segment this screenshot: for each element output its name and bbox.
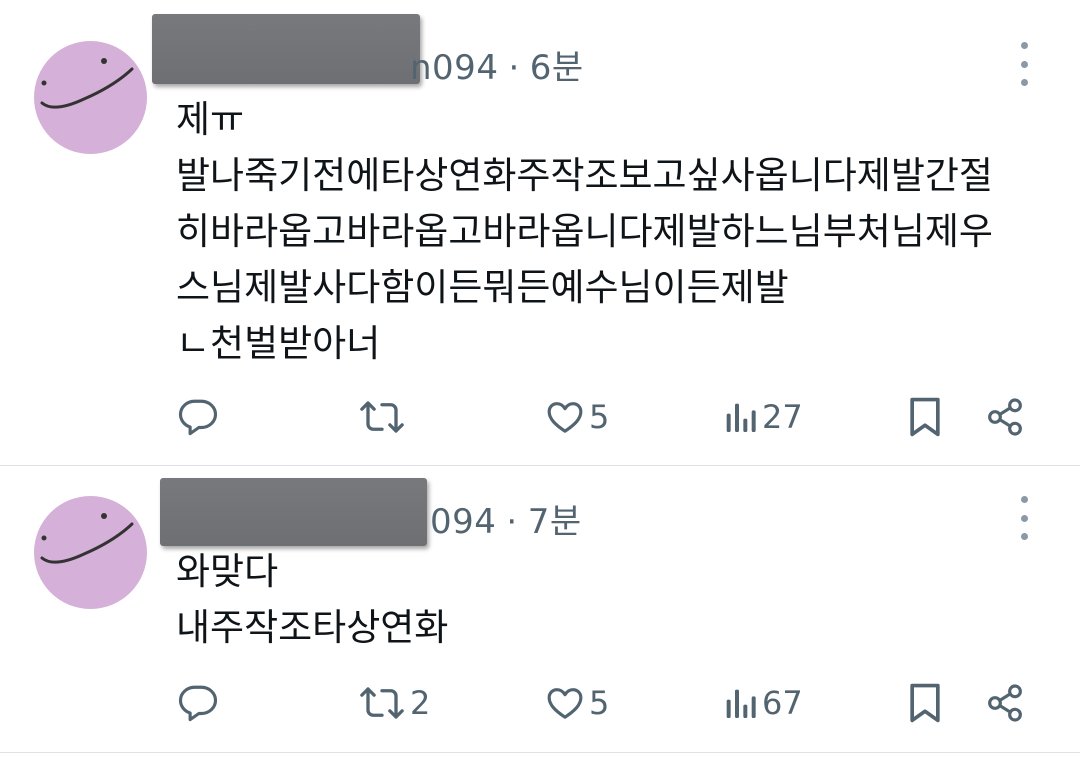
bookmark-icon bbox=[910, 397, 940, 437]
post-text-line: 내주작조타상연화 bbox=[176, 606, 449, 649]
retweet-count: 2 bbox=[410, 684, 431, 722]
post-text: 와맞다 내주작조타상연화 bbox=[176, 544, 1056, 656]
post-meta: n094 · 6분 bbox=[410, 40, 584, 89]
bookmark-icon bbox=[910, 683, 940, 723]
like-button[interactable]: 5 bbox=[545, 393, 609, 441]
post-text-line: 와맞다 bbox=[176, 550, 279, 593]
separator: · bbox=[506, 502, 518, 542]
reply-icon bbox=[178, 685, 218, 722]
post-text-line: 히바라옵고바라옵고바라옵니다제발하느님부처님제우 bbox=[176, 210, 993, 253]
like-button[interactable]: 5 bbox=[545, 679, 609, 727]
retweet-button[interactable]: 2 bbox=[358, 679, 430, 727]
share-icon bbox=[988, 398, 1022, 436]
post-text-line: ㄴ천벌받아너 bbox=[176, 322, 381, 365]
retweet-icon bbox=[360, 401, 404, 433]
like-count: 5 bbox=[589, 398, 610, 436]
post-text: 제ㅠ 발나죽기전에타상연화주작조보고싶사옵니다제발간절 히바라옵고바라옵고바라옵… bbox=[176, 92, 1056, 372]
separator: · bbox=[508, 48, 520, 88]
views-icon bbox=[726, 689, 756, 718]
more-icon[interactable] bbox=[1010, 496, 1038, 540]
post-meta: 094 · 7분 bbox=[430, 494, 582, 543]
timestamp[interactable]: 7분 bbox=[528, 502, 582, 542]
timestamp[interactable]: 6분 bbox=[530, 48, 584, 88]
heart-icon bbox=[547, 402, 583, 433]
heart-icon bbox=[547, 688, 583, 719]
share-button[interactable] bbox=[985, 679, 1025, 727]
smiley-face-icon bbox=[40, 58, 134, 109]
share-icon bbox=[988, 684, 1022, 722]
reply-icon bbox=[178, 399, 218, 436]
post[interactable]: 094 · 7분 와맞다 내주작조타상연화 2 5 67 bbox=[0, 466, 1080, 753]
views-icon bbox=[726, 403, 756, 432]
view-count: 67 bbox=[762, 684, 803, 722]
action-bar: 2 5 67 bbox=[0, 679, 1080, 727]
redacted-username bbox=[152, 14, 420, 84]
share-button[interactable] bbox=[985, 393, 1025, 441]
handle[interactable]: n094 bbox=[410, 48, 498, 88]
more-icon[interactable] bbox=[1010, 42, 1038, 86]
post-text-line: 발나죽기전에타상연화주작조보고싶사옵니다제발간절 bbox=[176, 154, 993, 197]
views-button[interactable]: 67 bbox=[722, 679, 803, 727]
action-bar: 5 27 bbox=[0, 393, 1080, 441]
retweet-button[interactable] bbox=[358, 393, 410, 441]
post-text-line: 제ㅠ bbox=[176, 98, 245, 141]
like-count: 5 bbox=[589, 684, 610, 722]
redacted-username bbox=[160, 478, 427, 546]
timeline: n094 · 6분 제ㅠ 발나죽기전에타상연화주작조보고싶사옵니다제발간절 히바라옵… bbox=[0, 0, 1080, 757]
retweet-icon bbox=[360, 687, 404, 719]
handle[interactable]: 094 bbox=[430, 502, 496, 542]
view-count: 27 bbox=[762, 398, 803, 436]
post-text-line: 스님제발사다함이든뭐든예수님이든제발 bbox=[176, 266, 789, 309]
views-button[interactable]: 27 bbox=[722, 393, 803, 441]
avatar[interactable] bbox=[34, 41, 147, 154]
bookmark-button[interactable] bbox=[906, 393, 944, 441]
bookmark-button[interactable] bbox=[906, 679, 944, 727]
reply-button[interactable] bbox=[177, 679, 219, 727]
reply-button[interactable] bbox=[177, 393, 219, 441]
post[interactable]: n094 · 6분 제ㅠ 발나죽기전에타상연화주작조보고싶사옵니다제발간절 히바라옵… bbox=[0, 0, 1080, 466]
avatar[interactable] bbox=[34, 496, 147, 609]
smiley-face-icon bbox=[40, 513, 134, 564]
